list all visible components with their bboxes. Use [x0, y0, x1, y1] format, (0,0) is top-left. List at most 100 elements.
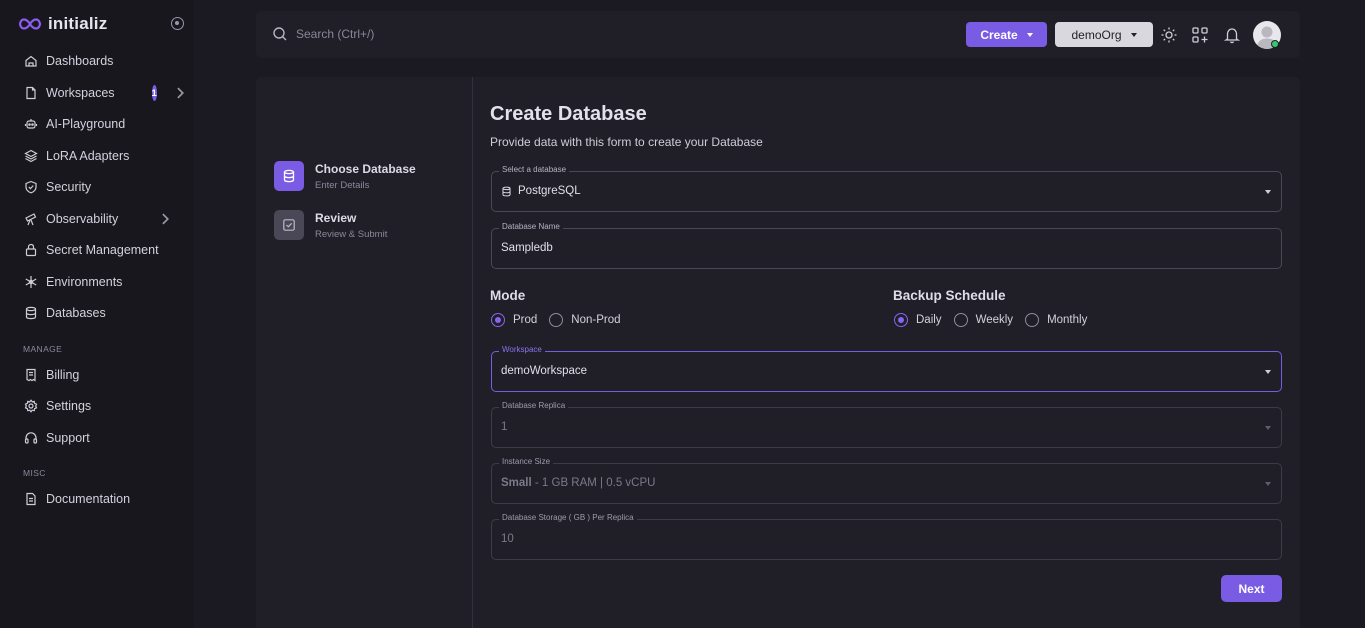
step-title: Choose Database — [315, 162, 416, 176]
step-choose-database[interactable]: Choose Database Enter Details — [274, 161, 416, 191]
sidebar-item-label: Workspaces — [46, 86, 115, 100]
database-replica-dropdown[interactable]: Database Replica 1 — [491, 401, 1282, 448]
robot-icon — [24, 119, 38, 129]
backup-monthly-radio[interactable] — [1025, 313, 1040, 327]
file-icon — [26, 86, 36, 100]
online-status-dot — [1271, 40, 1279, 48]
instance-size-name: Small — [501, 477, 532, 489]
storage-value: 10 — [501, 533, 514, 545]
sidebar-item-secret-management[interactable]: Secret Management — [18, 237, 178, 263]
backup-radio-group: Daily Weekly Monthly — [894, 313, 1099, 327]
search-icon — [273, 27, 287, 41]
sidebar-item-label: Databases — [46, 306, 106, 320]
database-icon — [283, 169, 295, 183]
backup-daily-radio[interactable] — [894, 313, 908, 327]
caret-down-icon — [1265, 370, 1271, 374]
checkbox-icon — [283, 219, 295, 231]
step-subtitle: Review & Submit — [315, 229, 388, 240]
stepper-divider — [472, 77, 473, 628]
workspaces-count-badge: 1 — [151, 85, 157, 101]
sidebar-item-label: Environments — [46, 275, 123, 289]
field-label: Database Replica — [499, 401, 569, 410]
chevron-right-icon[interactable] — [173, 86, 187, 100]
sidebar-item-workspaces[interactable]: Workspaces 1 — [18, 80, 184, 106]
database-storage-field[interactable]: Database Storage ( GB ) Per Replica 10 — [491, 513, 1282, 560]
selected-database: PostgreSQL — [518, 185, 581, 197]
sidebar-item-label: Support — [46, 431, 90, 445]
sidebar-item-label: Documentation — [46, 492, 131, 506]
select-database-dropdown[interactable]: Select a database PostgreSQL — [491, 165, 1282, 212]
sidebar-item-label: Settings — [46, 399, 92, 413]
sidebar-item-label: AI-Playground — [46, 117, 126, 131]
sidebar-item-label: Dashboards — [46, 54, 114, 68]
database-icon — [25, 306, 37, 320]
caret-down-icon — [1265, 190, 1271, 194]
sidebar-item-billing[interactable]: Billing — [18, 362, 178, 388]
radio-label: Daily — [916, 314, 942, 326]
step-icon-box — [274, 161, 304, 191]
apps-grid-add-icon[interactable] — [1191, 26, 1209, 44]
sidebar-item-label: Secret Management — [46, 243, 159, 257]
step-icon-box — [274, 210, 304, 240]
mode-prod-radio[interactable] — [491, 313, 505, 327]
sidebar-item-ai-playground[interactable]: AI-Playground — [18, 111, 178, 137]
app-name: initializ — [48, 14, 108, 33]
field-label: Database Storage ( GB ) Per Replica — [499, 513, 637, 522]
org-selector-label: demoOrg — [1071, 27, 1122, 42]
database-name-field[interactable]: Database Name Sampledb — [491, 222, 1282, 269]
field-value: PostgreSQL — [501, 185, 581, 197]
snowflake-icon — [25, 276, 37, 288]
field-label: Workspace — [499, 345, 545, 354]
step-title: Review — [315, 211, 357, 225]
chevron-right-icon[interactable] — [158, 212, 172, 226]
document-icon — [26, 492, 36, 506]
workspace-value: demoWorkspace — [501, 365, 588, 377]
sidebar-item-label: Observability — [46, 212, 119, 226]
caret-down-icon — [1265, 426, 1271, 430]
database-name-value: Sampledb — [501, 242, 553, 254]
infinity-logo-icon — [18, 18, 42, 30]
app-logo[interactable]: initializ — [18, 14, 107, 34]
telescope-icon — [25, 213, 37, 226]
sidebar-item-environments[interactable]: Environments — [18, 269, 178, 295]
sidebar-item-lora-adapters[interactable]: LoRA Adapters — [18, 143, 178, 169]
sidebar-item-settings[interactable]: Settings — [18, 393, 178, 419]
radio-label: Monthly — [1047, 314, 1088, 326]
mode-nonprod-radio[interactable] — [549, 313, 564, 327]
receipt-icon — [26, 368, 36, 382]
sidebar-item-label: LoRA Adapters — [46, 149, 130, 163]
radio-label: Prod — [513, 314, 538, 326]
sidebar-item-security[interactable]: Security — [18, 174, 178, 200]
org-selector[interactable]: demoOrg — [1055, 22, 1153, 47]
home-icon — [25, 55, 37, 67]
sidebar-item-label: Security — [46, 180, 92, 194]
backup-schedule-title: Backup Schedule — [893, 288, 1006, 303]
next-button[interactable]: Next — [1221, 575, 1282, 602]
create-button-label: Create — [980, 27, 1018, 42]
sidebar-item-support[interactable]: Support — [18, 425, 178, 451]
gear-icon — [24, 399, 38, 413]
shield-icon — [25, 180, 37, 194]
sidebar-item-label: Billing — [46, 368, 80, 382]
section-label-manage: MANAGE — [23, 344, 63, 354]
sidebar-item-dashboards[interactable]: Dashboards — [18, 48, 178, 74]
workspace-dropdown[interactable]: Workspace demoWorkspace — [491, 345, 1282, 392]
bell-icon[interactable] — [1223, 26, 1241, 44]
create-button[interactable]: Create — [966, 22, 1047, 47]
layers-icon — [24, 149, 38, 163]
step-subtitle: Enter Details — [315, 180, 370, 191]
sidebar-item-documentation[interactable]: Documentation — [18, 486, 178, 512]
caret-down-icon — [1265, 482, 1271, 486]
sidebar-item-databases[interactable]: Databases — [18, 300, 178, 326]
instance-size-dropdown[interactable]: Instance Size Small - 1 GB RAM | 0.5 vCP… — [491, 457, 1282, 504]
lock-icon — [25, 243, 37, 257]
backup-weekly-radio[interactable] — [953, 313, 968, 327]
search-input[interactable] — [296, 24, 596, 44]
sidebar-collapse-button[interactable] — [171, 17, 184, 30]
step-review[interactable]: Review Review & Submit — [274, 210, 387, 240]
replica-value: 1 — [501, 421, 508, 433]
sidebar-item-observability[interactable]: Observability — [18, 206, 178, 232]
sun-icon[interactable] — [1160, 26, 1178, 44]
field-label: Instance Size — [499, 457, 554, 466]
headset-icon — [24, 432, 38, 444]
